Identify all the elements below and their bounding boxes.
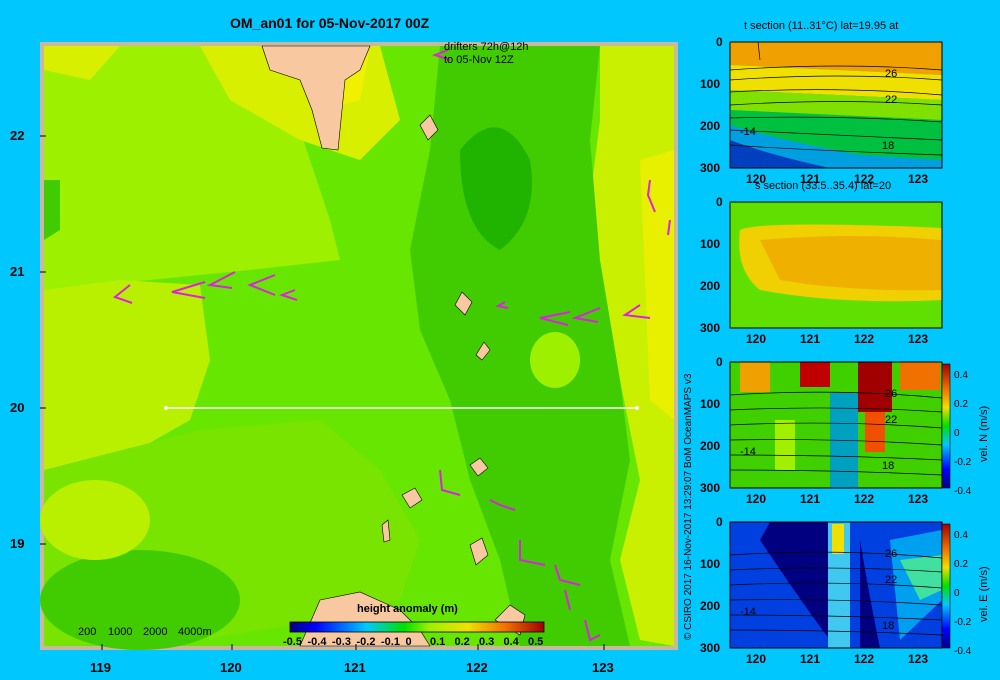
depth-tick: 300 <box>700 481 721 495</box>
vel-colorbar-tick: 0.2 <box>954 399 968 410</box>
contour-label: 26 <box>885 548 898 560</box>
panel-lon-tick: 120 <box>746 172 767 186</box>
vel-colorbar-tick: 0.2 <box>954 559 968 570</box>
contour-label: 18 <box>882 140 895 152</box>
vel-colorbar-tick: 0 <box>954 428 960 439</box>
contour-label: 22 <box>885 94 898 106</box>
depth-tick: 300 <box>700 161 721 175</box>
contour-label: 18 <box>882 620 895 632</box>
panel-lon-tick: 122 <box>854 492 875 506</box>
panel-lon-tick: 122 <box>854 172 875 186</box>
s-section-panel <box>729 201 943 329</box>
panel-lon-tick: 122 <box>854 652 875 666</box>
depth-tick: 0 <box>716 35 723 49</box>
panel-lon-tick: 120 <box>746 332 767 346</box>
depth-tick: 0 <box>716 195 723 209</box>
contour-label: 18 <box>882 460 895 472</box>
vel-colorbar-tick: 0.4 <box>954 370 968 381</box>
depth-tick: 100 <box>700 397 721 411</box>
panel-lon-tick: 121 <box>800 492 821 506</box>
panel-lon-tick: 123 <box>908 332 929 346</box>
vel-colorbar-tick: -0.4 <box>954 646 972 657</box>
vel-colorbar-tick: 0 <box>954 588 960 599</box>
depth-tick: 100 <box>700 557 721 571</box>
section-panels <box>729 41 951 649</box>
vele-section-panel <box>729 521 951 649</box>
veln-section-panel <box>729 361 951 489</box>
contour-label: -14 <box>740 446 756 458</box>
panel-lon-tick: 120 <box>746 652 767 666</box>
panel-lon-tick: 121 <box>800 332 821 346</box>
depth-tick: 200 <box>700 279 721 293</box>
panel-lon-tick: 122 <box>854 332 875 346</box>
panel-lon-tick: 123 <box>908 172 929 186</box>
panel-lon-tick: 123 <box>908 652 929 666</box>
panel-title: t section (11..31°C) lat=19.95 at <box>744 20 899 32</box>
panel-lon-tick: 120 <box>746 492 767 506</box>
contour-label: -14 <box>740 126 756 138</box>
depth-tick: 200 <box>700 439 721 453</box>
depth-tick: 0 <box>716 515 723 529</box>
depth-tick: 300 <box>700 321 721 335</box>
panel-lon-tick: 121 <box>800 652 821 666</box>
contour-label: 26 <box>885 68 898 80</box>
depth-tick: 200 <box>700 119 721 133</box>
contour-label: 22 <box>885 574 898 586</box>
vel-colorbar-tick: 0.4 <box>954 530 968 541</box>
depth-tick: 0 <box>716 355 723 369</box>
depth-tick: 300 <box>700 641 721 655</box>
depth-tick: 100 <box>700 237 721 251</box>
depth-tick: 100 <box>700 77 721 91</box>
t-section-panel <box>729 41 943 169</box>
vel-colorbar-tick: -0.2 <box>954 457 972 468</box>
vel-colorbar-tick: -0.2 <box>954 617 972 628</box>
contour-label: -14 <box>740 606 756 618</box>
depth-tick: 200 <box>700 599 721 613</box>
vel-colorbar-tick: -0.4 <box>954 486 972 497</box>
vel-colorbar-label: vel. N (m/s) <box>978 405 990 462</box>
contour-label: 22 <box>885 414 898 426</box>
vel-colorbar-label: vel. E (m/s) <box>978 566 990 622</box>
panel-lon-tick: 121 <box>800 172 821 186</box>
contour-label: 26 <box>885 388 898 400</box>
panel-lon-tick: 123 <box>908 492 929 506</box>
